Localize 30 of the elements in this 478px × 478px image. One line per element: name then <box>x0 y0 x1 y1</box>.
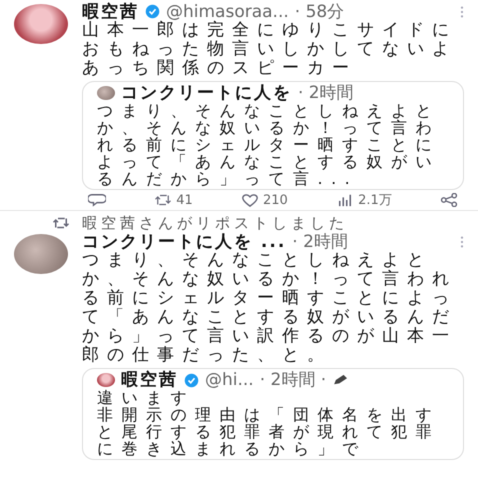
view-count: 2.1万 <box>358 192 392 209</box>
author-name[interactable]: コンクリートに人を ... <box>82 230 286 252</box>
quoted-post-time: · 2時間 <box>298 82 354 104</box>
avatar[interactable] <box>14 4 68 44</box>
author-handle: @himasoraa... <box>166 0 289 22</box>
reply-icon[interactable] <box>88 193 106 207</box>
quoted-post[interactable]: コンクリートに人を · 2時間 つまり、そんなことしねえよとか、そんな奴いるか！って言われる前にシェルター晒すことによって「あんなことする奴がいるんだから」って言... <box>82 81 464 190</box>
quoted-post[interactable]: 暇空茜 @hi... · 2時間 · 違います 非開示の理由は「団体名を出すと尾行する犯罪者が現れて犯罪に巻き込まれるから」で <box>82 368 464 460</box>
quoted-author-handle: @hi... <box>205 369 254 391</box>
quoted-avatar <box>97 373 115 387</box>
quoted-post-text: つまり、そんなことしねえよとか、そんな奴いるか！って言われる前にシェルター晒すことによって「あんなことする奴がいるんだから」って言... <box>97 102 441 187</box>
avatar[interactable] <box>14 234 68 274</box>
share-icon[interactable] <box>440 193 458 207</box>
quoted-post-time: · 2時間 · <box>260 369 326 391</box>
repost-label: 暇空茜さんがリポストしました <box>82 214 348 232</box>
heart-icon[interactable] <box>241 193 260 207</box>
quoted-avatar <box>97 86 115 100</box>
quoted-post-text: 非開示の理由は「団体名を出すと尾行する犯罪者が現れて犯罪に巻き込まれるから」で <box>97 406 441 457</box>
post-time: · 2時間 <box>292 230 348 252</box>
post-text: 山本一郎は完全にゆりこサイドにおもねった物言いしかしてないよあっち関係のスピーカー <box>82 21 458 78</box>
like-count: 210 <box>263 192 288 208</box>
post-time: · 58分 <box>294 0 344 22</box>
repost-count: 41 <box>176 192 193 208</box>
author-name[interactable]: 暇空茜 <box>82 0 139 22</box>
quoted-post-text: 違います <box>97 389 196 406</box>
repost-icon[interactable] <box>154 193 172 207</box>
post-text: つまり、そんなことしねえよとか、そんな奴いるか！って言われる前にシェルター晒すことによって「あんなことする奴がいるんだから」って言い訳作るのが山本一郎の仕事だった、と。 <box>82 251 458 365</box>
quoted-author-name: コンクリートに人を <box>121 83 292 103</box>
quoted-author-name: 暇空茜 <box>121 370 178 390</box>
repost-icon <box>52 217 70 229</box>
